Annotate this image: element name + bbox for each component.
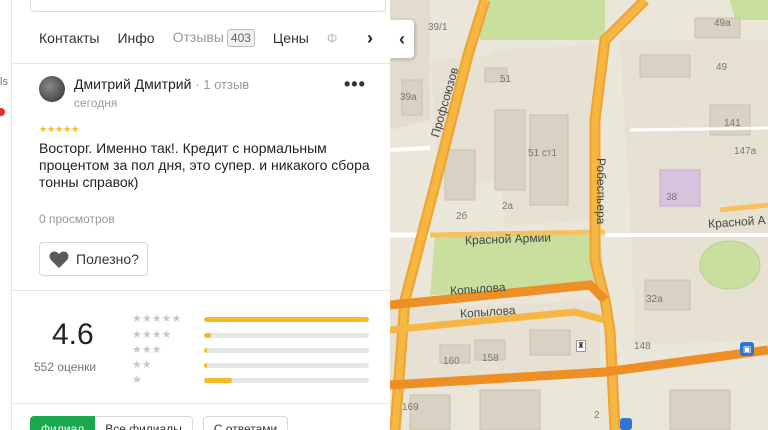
rating-bar-track [204, 363, 369, 368]
rating-row-3: ★★★ [132, 343, 382, 358]
building-label: 2б [456, 211, 468, 222]
rating-bar-fill [204, 317, 369, 322]
filter-with-replies[interactable]: С ответами [202, 416, 289, 430]
useful-button[interactable]: Полезно? [39, 242, 148, 276]
tab-reviews-label: Отзывы [172, 29, 224, 45]
street-label: Робеспьера [594, 158, 608, 225]
author-review-count: 1 отзыв [203, 77, 250, 92]
rating-row-stars: ★★★★ [132, 329, 172, 341]
monument-icon: ♜ [576, 340, 586, 352]
rating-summary: 4.6 552 оценки ★★★★★ ★★★★ ★★★ ★★ ★ [12, 300, 390, 396]
building-label: 147а [734, 146, 757, 157]
building-label: 49 [716, 62, 728, 73]
tab-info[interactable]: Инфо [117, 30, 154, 46]
filter-branch[interactable]: Филиал [30, 416, 96, 430]
building-label: 32а [646, 294, 663, 305]
tabs-bar: Контакты Инфо Отзывы403 Цены Ф › [12, 18, 390, 58]
review-views: 0 просмотров [39, 212, 115, 226]
building-label: 39а [400, 92, 417, 103]
chevron-left-icon[interactable]: ‹ [390, 20, 414, 58]
building-label: 51 [500, 74, 512, 85]
building-label: 148 [634, 341, 651, 352]
avatar[interactable] [39, 76, 65, 102]
tab-reviews[interactable]: Отзывы 403 [173, 29, 255, 47]
building-label: 38 [666, 192, 678, 203]
rating-row-stars: ★★★★★ [132, 313, 182, 325]
reviews-count-badge: 403 [226, 29, 255, 47]
review-rating-stars: ★★★★★ [39, 124, 80, 134]
building-label: 169 [402, 402, 419, 413]
rating-bar-track [204, 317, 369, 322]
rating-bar-track [204, 378, 369, 383]
rating-row-5: ★★★★★ [132, 312, 382, 327]
street-label: Красной Армии [464, 230, 552, 248]
building-label: 158 [482, 353, 499, 364]
rating-row-stars: ★★★ [132, 344, 162, 356]
tabs-fade [330, 18, 360, 58]
filter-all-branches[interactable]: Все филиалы [95, 416, 193, 430]
review-text: Восторг. Именно так!. Кредит с нормальны… [39, 140, 370, 190]
rating-row-1: ★ [132, 373, 382, 388]
tab-prices[interactable]: Цены [273, 30, 309, 46]
review-filters: Филиал Все филиалы С ответами [30, 416, 289, 430]
rating-count: 552 оценки [34, 360, 97, 374]
building-label: 39/1 [428, 22, 448, 33]
rating-bar-track [204, 348, 369, 353]
top-card-edge [30, 0, 386, 12]
review-author[interactable]: Дмитрий Дмитрий · 1 отзыв [74, 76, 249, 92]
building-label: 49а [714, 18, 731, 29]
rating-bar-fill [204, 378, 233, 383]
chevron-right-icon[interactable]: › [360, 28, 380, 48]
section-divider [12, 403, 390, 404]
bus-stop-icon[interactable]: ▣ [740, 342, 754, 356]
useful-label: Полезно? [76, 251, 139, 267]
rating-row-2: ★★ [132, 358, 382, 373]
rating-row-4: ★★★★ [132, 328, 382, 343]
tabs-divider [12, 63, 390, 64]
building-label: 51 ст1 [528, 148, 558, 159]
edge-text: ls [0, 76, 8, 88]
rating-bar-fill [204, 363, 208, 368]
review-date: сегодня [74, 96, 118, 110]
rating-bar-fill [204, 333, 211, 338]
heart-icon [49, 251, 69, 269]
section-divider [12, 290, 390, 291]
rating-score: 4.6 [52, 318, 94, 351]
rating-row-stars: ★★ [132, 359, 152, 371]
organization-panel: Контакты Инфо Отзывы403 Цены Ф › Дмитрий… [12, 0, 390, 430]
building-label: 2 [594, 410, 600, 421]
rating-bar-track [204, 333, 369, 338]
bus-stop-icon[interactable] [620, 418, 632, 430]
building-label: 2а [502, 201, 514, 212]
rating-bar-fill [204, 348, 208, 353]
more-options-icon[interactable]: ••• [344, 74, 366, 95]
tab-contacts[interactable]: Контакты [39, 30, 99, 46]
rating-row-stars: ★ [132, 374, 142, 386]
building-label: 141 [724, 118, 741, 129]
edge-marker [0, 108, 5, 116]
left-edge-strip: ls [0, 0, 12, 430]
building-label: 160 [443, 356, 460, 367]
map[interactable]: ‹ Профсоюзов Робеспьера Красной Армии Кр… [390, 0, 768, 430]
author-name: Дмитрий Дмитрий [74, 76, 192, 92]
